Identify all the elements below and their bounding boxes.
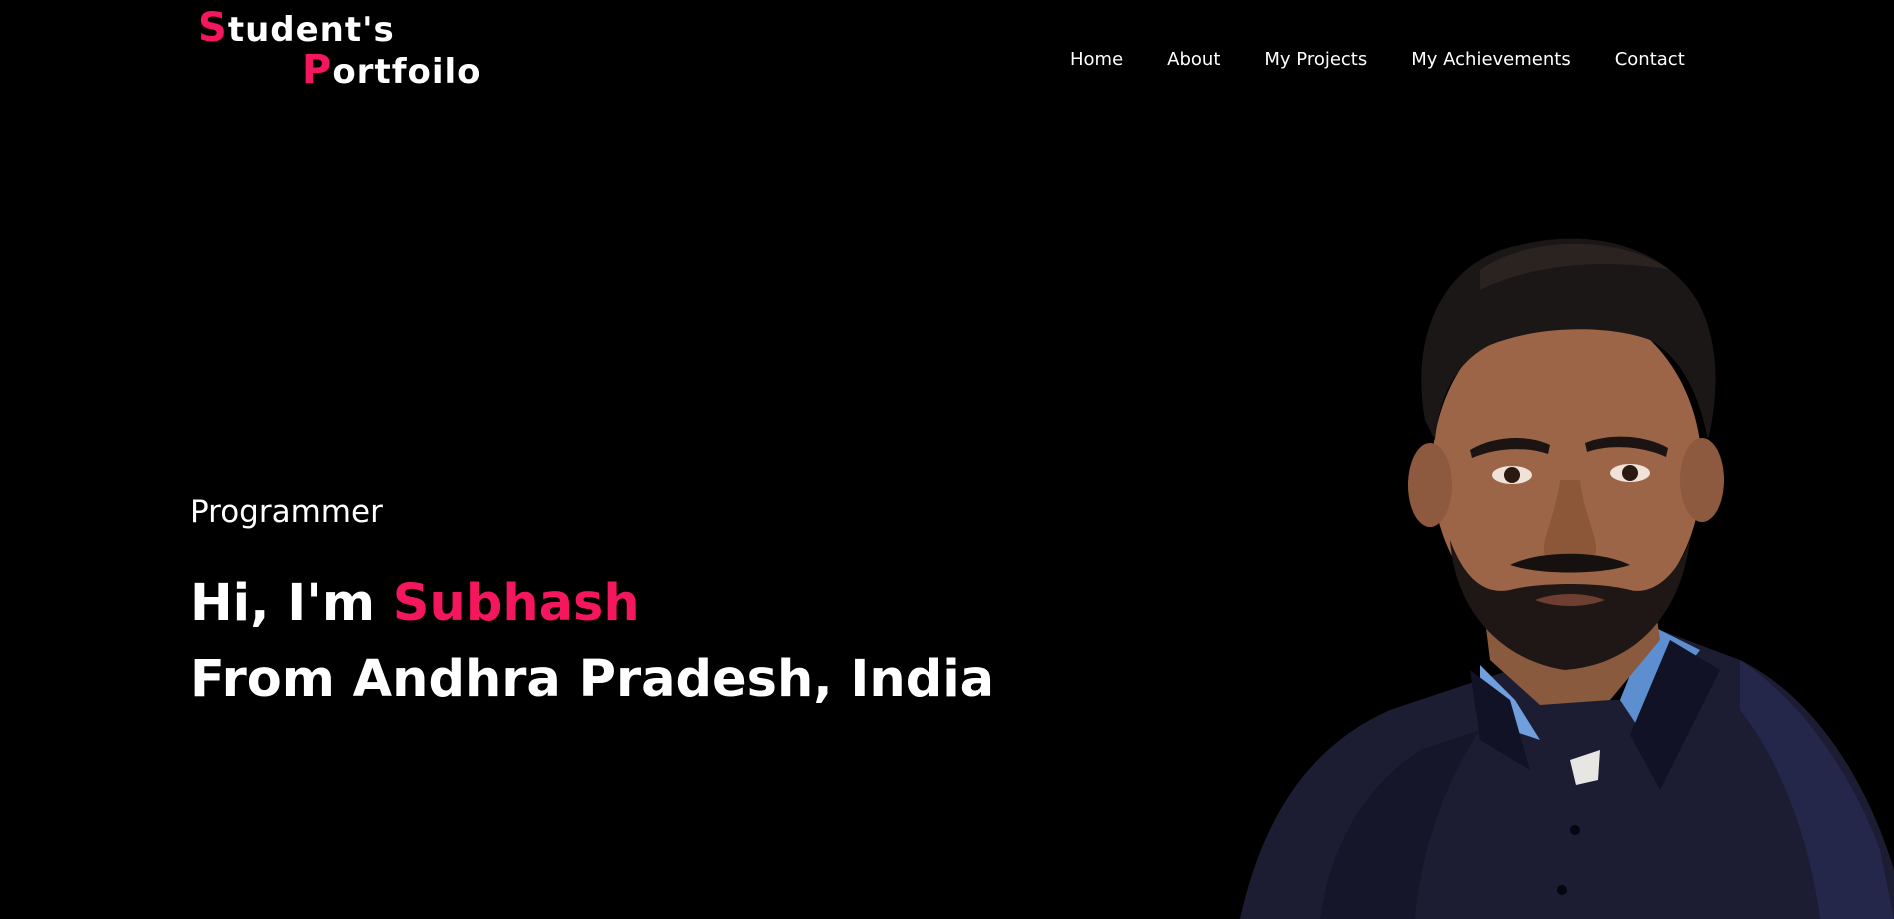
hero-greeting-line: Hi, I'm Subhash	[190, 566, 994, 642]
logo-text-students: tudent's	[227, 10, 395, 50]
profile-photo	[1240, 238, 1894, 919]
nav-about[interactable]: About	[1167, 46, 1220, 74]
hero-role: Programmer	[190, 494, 383, 530]
nav-my-achievements[interactable]: My Achievements	[1411, 46, 1570, 74]
hero-origin: From Andhra Pradesh, India	[190, 650, 995, 709]
hero-greeting: Hi, I'm	[190, 574, 393, 633]
logo-text-portfolio: ortfoilo	[332, 52, 482, 92]
logo-initial-p: P	[302, 47, 333, 93]
logo-line-2: Portfoilo	[198, 50, 482, 92]
main-nav: Home About My Projects My Achievements C…	[1070, 46, 1685, 74]
page: Student's Portfoilo Home About My Projec…	[0, 0, 1894, 919]
logo-line-1: Student's	[198, 8, 482, 50]
nav-home[interactable]: Home	[1070, 46, 1123, 74]
nav-my-projects[interactable]: My Projects	[1264, 46, 1367, 74]
nav-contact[interactable]: Contact	[1615, 46, 1685, 74]
hero-headline: Hi, I'm Subhash From Andhra Pradesh, Ind…	[190, 566, 994, 718]
logo-initial-s: S	[198, 5, 228, 51]
site-logo[interactable]: Student's Portfoilo	[198, 8, 482, 92]
hero-name: Subhash	[392, 574, 640, 633]
